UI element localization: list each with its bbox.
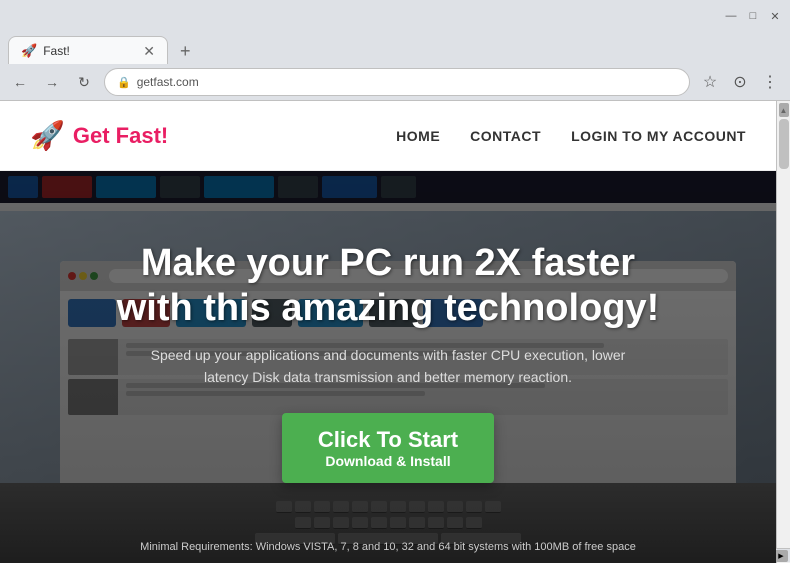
- requirements-text: Minimal Requirements: Windows VISTA, 7, …: [0, 541, 776, 553]
- hero-title: Make your PC run 2X faster with this ama…: [117, 241, 660, 332]
- content-area: 🚀 Get Fast! HOME CONTACT LOGIN TO MY ACC…: [0, 101, 790, 563]
- cta-line1: Click To Start: [318, 427, 458, 453]
- url-bar[interactable]: 🔒 getfast.com: [104, 68, 690, 96]
- site-nav: 🚀 Get Fast! HOME CONTACT LOGIN TO MY ACC…: [0, 101, 776, 171]
- back-button[interactable]: ←: [8, 70, 32, 94]
- account-icon[interactable]: ⊙: [728, 70, 752, 94]
- active-tab[interactable]: 🚀 Fast! ✕: [8, 36, 168, 64]
- url-text: getfast.com: [137, 75, 199, 89]
- maximize-button[interactable]: □: [746, 9, 760, 23]
- browser-window: — □ ✕ 🚀 Fast! ✕ + ← → ↻ 🔒 getfast.com: [0, 0, 790, 562]
- cta-download-button[interactable]: Click To Start Download & Install: [282, 413, 494, 483]
- menu-icon[interactable]: ⋮: [758, 70, 782, 94]
- hero-content: Make your PC run 2X faster with this ama…: [0, 171, 776, 563]
- bookmark-icon[interactable]: ☆: [698, 70, 722, 94]
- tab-close-button[interactable]: ✕: [143, 44, 155, 58]
- website: 🚀 Get Fast! HOME CONTACT LOGIN TO MY ACC…: [0, 101, 776, 563]
- lock-icon: 🔒: [117, 76, 131, 89]
- logo-text: Get Fast!: [73, 123, 168, 149]
- browser-chrome: — □ ✕ 🚀 Fast! ✕ + ← → ↻ 🔒 getfast.com: [0, 0, 790, 101]
- nav-login[interactable]: LOGIN TO MY ACCOUNT: [571, 128, 746, 144]
- minimize-button[interactable]: —: [724, 9, 738, 23]
- new-tab-button[interactable]: +: [174, 39, 197, 64]
- window-controls: — □ ✕: [724, 9, 782, 23]
- cta-line2: Download & Install: [325, 453, 450, 469]
- title-bar: — □ ✕: [0, 0, 790, 32]
- scrollbar[interactable]: ▲: [776, 101, 790, 563]
- address-bar: ← → ↻ 🔒 getfast.com ☆ ⊙ ⋮: [0, 64, 790, 100]
- close-button[interactable]: ✕: [768, 9, 782, 23]
- hero-section: Make your PC run 2X faster with this ama…: [0, 171, 776, 563]
- scroll-thumb[interactable]: [779, 119, 789, 169]
- logo-icon: 🚀: [30, 119, 65, 152]
- hero-subtitle: Speed up your applications and documents…: [148, 344, 628, 389]
- toolbar-icons: ☆ ⊙ ⋮: [698, 70, 782, 94]
- tab-title: Fast!: [43, 44, 70, 58]
- refresh-button[interactable]: ↻: [72, 70, 96, 94]
- nav-links: HOME CONTACT LOGIN TO MY ACCOUNT: [396, 128, 746, 144]
- forward-button[interactable]: →: [40, 70, 64, 94]
- nav-contact[interactable]: CONTACT: [470, 128, 541, 144]
- site-logo: 🚀 Get Fast!: [30, 119, 168, 152]
- nav-home[interactable]: HOME: [396, 128, 440, 144]
- tab-bar: 🚀 Fast! ✕ +: [0, 32, 790, 64]
- tab-favicon: 🚀: [21, 43, 37, 59]
